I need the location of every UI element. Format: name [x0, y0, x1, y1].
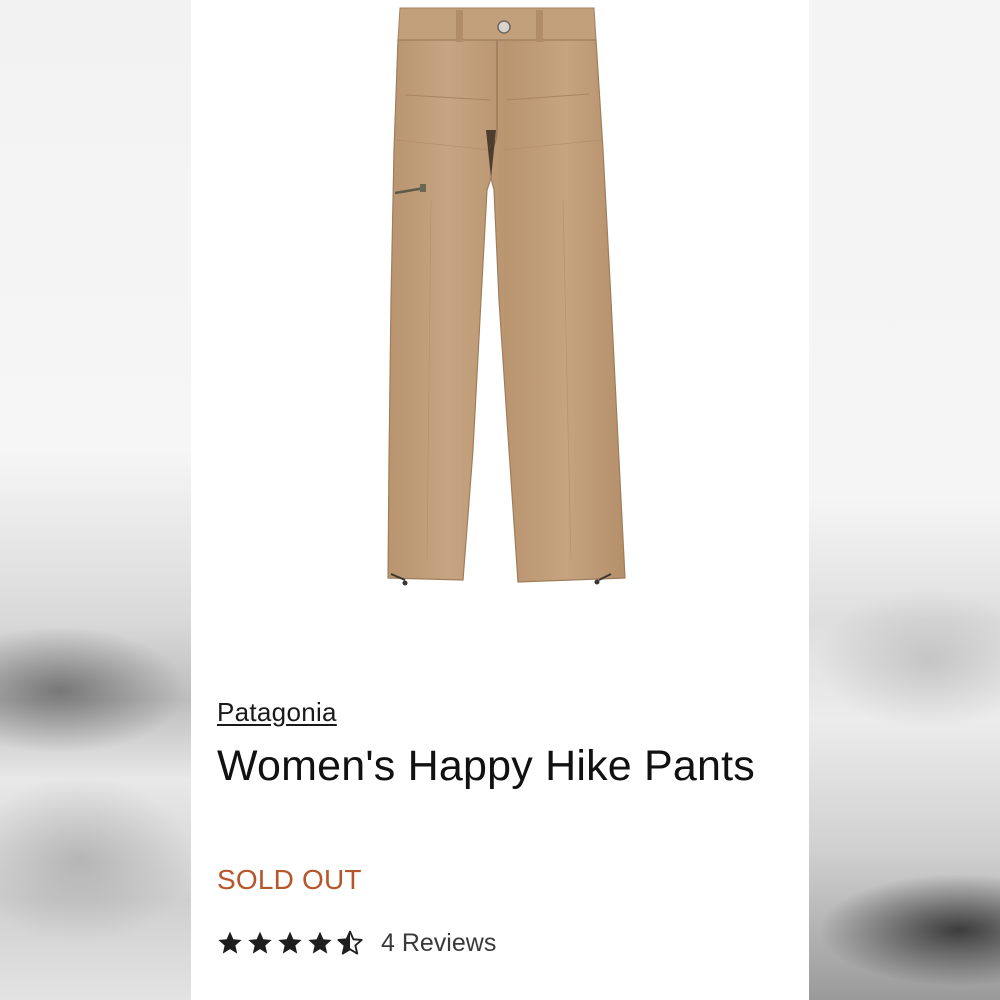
- star-half-icon: [337, 930, 363, 955]
- product-card: Patagonia Women's Happy Hike Pants SOLD …: [191, 0, 809, 1000]
- screenshot-stage: Patagonia Women's Happy Hike Pants SOLD …: [0, 0, 1000, 1000]
- brand-link[interactable]: Patagonia: [217, 697, 337, 728]
- star-full-icon: [248, 931, 272, 954]
- star-full-icon: [218, 931, 242, 954]
- product-title: Women's Happy Hike Pants: [217, 742, 755, 790]
- blurred-background-left: [0, 0, 191, 1000]
- pants-illustration: [387, 7, 626, 586]
- rating-row[interactable]: 4 Reviews: [216, 923, 496, 963]
- star-rating: [216, 929, 364, 957]
- reviews-link[interactable]: 4 Reviews: [381, 929, 496, 958]
- star-full-icon: [278, 931, 302, 954]
- sold-out-status: SOLD OUT: [217, 864, 362, 895]
- product-image[interactable]: [191, 0, 809, 600]
- blurred-background-right: [809, 0, 1000, 1000]
- star-full-icon: [308, 931, 332, 954]
